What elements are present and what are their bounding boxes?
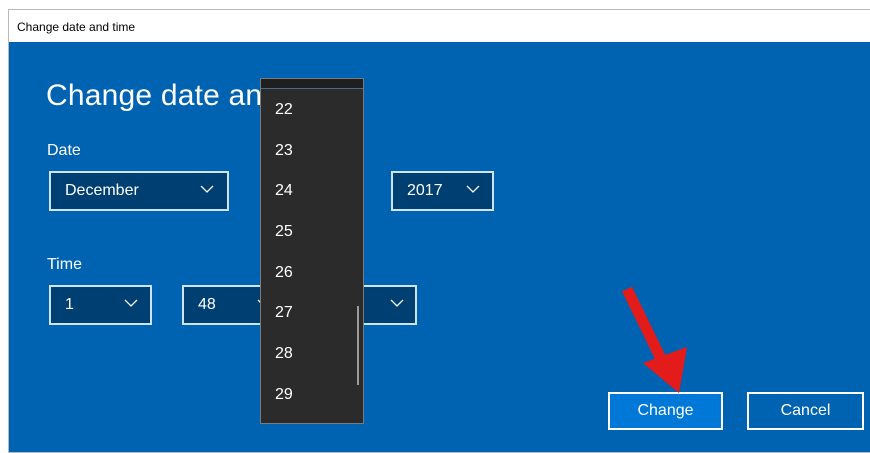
- month-value: December: [65, 182, 139, 199]
- red-arrow-annotation: [622, 286, 687, 393]
- day-option[interactable]: 26: [275, 264, 293, 282]
- dropdown-scrollbar[interactable]: [357, 306, 359, 385]
- change-button[interactable]: Change: [608, 392, 723, 430]
- chevron-down-icon: [465, 181, 481, 197]
- title-bar: Change date and time: [9, 10, 870, 42]
- day-option[interactable]: 29: [275, 386, 293, 404]
- month-select[interactable]: December: [49, 171, 229, 211]
- dropdown-top-edge: [261, 79, 363, 89]
- year-select[interactable]: 2017: [391, 171, 494, 211]
- day-option[interactable]: 24: [275, 182, 293, 200]
- year-value: 2017: [407, 182, 443, 199]
- chevron-down-icon: [123, 295, 139, 311]
- hour-value: 1: [65, 296, 74, 313]
- time-label: Time: [47, 256, 82, 273]
- hour-select[interactable]: 1: [49, 285, 152, 325]
- day-option[interactable]: 28: [275, 345, 293, 363]
- day-dropdown-list[interactable]: 22 23 24 25 26 27 28 29: [260, 78, 364, 424]
- day-option[interactable]: 25: [275, 223, 293, 241]
- day-option[interactable]: 22: [275, 101, 293, 119]
- day-option[interactable]: 27: [275, 304, 293, 322]
- minute-value: 48: [198, 296, 216, 313]
- chevron-down-icon: [389, 295, 405, 311]
- dialog-window: Change date and time Change date and Dat…: [8, 9, 870, 453]
- chevron-down-icon: [199, 181, 215, 197]
- cancel-button[interactable]: Cancel: [747, 392, 864, 430]
- day-option[interactable]: 23: [275, 142, 293, 160]
- page-title: Change date and: [46, 79, 280, 112]
- window-title: Change date and time: [17, 20, 136, 34]
- date-label: Date: [47, 142, 81, 159]
